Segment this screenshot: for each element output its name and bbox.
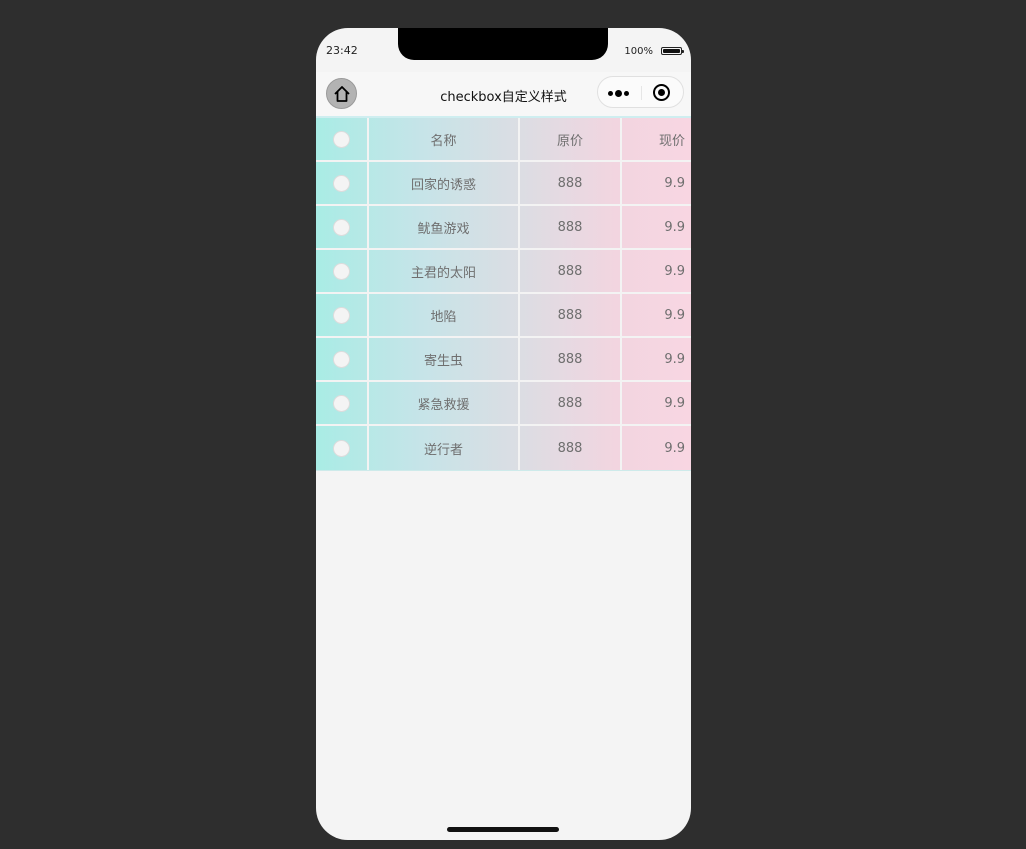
table-row: 主君的太阳 888 9.9 xyxy=(316,250,691,294)
capsule-divider xyxy=(641,86,642,100)
row-name: 回家的诱惑 xyxy=(369,162,520,204)
navigation-bar: checkbox自定义样式 xyxy=(316,72,691,116)
row-checkbox[interactable] xyxy=(333,218,350,236)
table-row: 逆行者 888 9.9 xyxy=(316,426,691,470)
select-all-checkbox[interactable] xyxy=(333,130,350,148)
table-header-row: 名称 原价 现价 xyxy=(316,118,691,162)
row-checkbox[interactable] xyxy=(333,174,350,192)
row-current-price: 9.9 xyxy=(664,440,685,456)
row-checkbox[interactable] xyxy=(333,394,350,412)
row-checkbox[interactable] xyxy=(333,262,350,280)
phone-notch xyxy=(398,28,608,60)
row-current-price: 9.9 xyxy=(664,175,685,191)
header-name: 名称 xyxy=(369,118,520,160)
table-row: 紧急救援 888 9.9 xyxy=(316,382,691,426)
status-time: 23:42 xyxy=(326,44,358,57)
header-check-cell xyxy=(316,118,369,160)
table-row: 回家的诱惑 888 9.9 xyxy=(316,162,691,206)
battery-icon xyxy=(661,47,684,55)
row-name: 逆行者 xyxy=(369,426,520,470)
row-checkbox[interactable] xyxy=(333,306,350,324)
row-checkbox[interactable] xyxy=(333,350,350,368)
row-original-price: 888 xyxy=(520,162,622,204)
row-original-price: 888 xyxy=(520,206,622,248)
status-battery-percent: 100% xyxy=(624,46,653,57)
row-current-price: 9.9 xyxy=(664,263,685,279)
header-current-price: 现价 xyxy=(659,133,686,149)
phone-frame: 23:42 100% checkbox自定义样式 名称 原价 现价 回家的诱惑 xyxy=(316,28,691,840)
page-title-text: checkbox自定义样式 xyxy=(440,90,567,105)
row-name: 地陷 xyxy=(369,294,520,336)
row-original-price: 888 xyxy=(520,338,622,380)
row-original-price: 888 xyxy=(520,250,622,292)
row-original-price: 888 xyxy=(520,382,622,424)
table-row: 鱿鱼游戏 888 9.9 xyxy=(316,206,691,250)
row-current-price: 9.9 xyxy=(664,219,685,235)
row-current-price: 9.9 xyxy=(664,395,685,411)
row-current-price: 9.9 xyxy=(664,351,685,367)
row-checkbox[interactable] xyxy=(333,439,350,457)
row-name: 主君的太阳 xyxy=(369,250,520,292)
more-dots-icon[interactable] xyxy=(608,90,629,97)
product-table: 名称 原价 现价 回家的诱惑 888 9.9 鱿鱼游戏 888 9.9 主君的太… xyxy=(316,116,691,471)
header-original-price: 原价 xyxy=(520,118,622,160)
row-name: 鱿鱼游戏 xyxy=(369,206,520,248)
home-indicator[interactable] xyxy=(447,827,559,832)
row-original-price: 888 xyxy=(520,294,622,336)
target-circle-icon[interactable] xyxy=(653,84,670,101)
row-original-price: 888 xyxy=(520,426,622,470)
menu-capsule xyxy=(597,76,684,108)
row-name: 寄生虫 xyxy=(369,338,520,380)
row-current-price: 9.9 xyxy=(664,307,685,323)
row-name: 紧急救援 xyxy=(369,382,520,424)
table-row: 寄生虫 888 9.9 xyxy=(316,338,691,382)
table-row: 地陷 888 9.9 xyxy=(316,294,691,338)
